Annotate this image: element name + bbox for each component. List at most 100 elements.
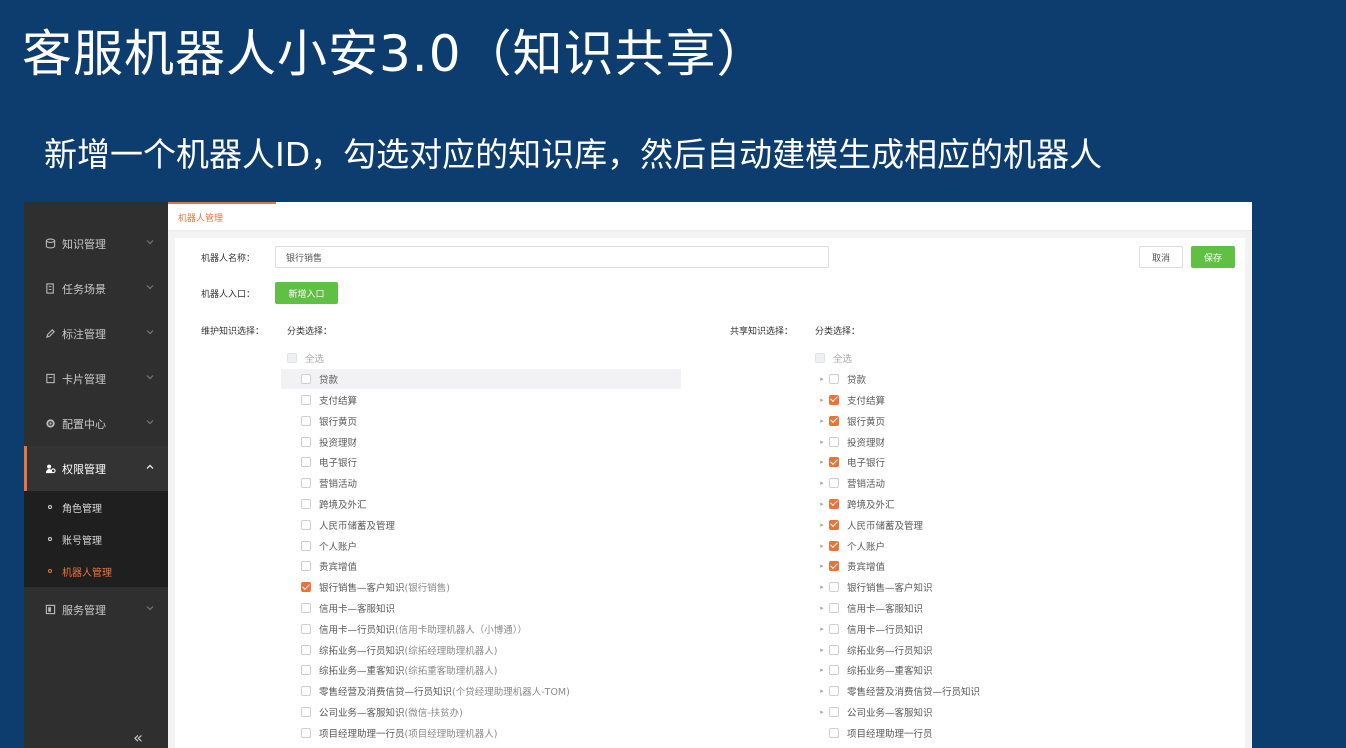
expand-arrow-icon[interactable]: ▸ [815, 646, 829, 654]
expand-arrow-icon[interactable]: ▸ [815, 438, 829, 446]
knowledge-checkbox[interactable] [829, 540, 839, 551]
knowledge-tree-row[interactable]: 公司业务—客服知识 (微信-扶贫办) [287, 702, 570, 723]
knowledge-tree-row[interactable]: ▸ 银行销售—客户知识 [815, 577, 980, 598]
cancel-button[interactable]: 取消 [1139, 246, 1183, 268]
knowledge-checkbox[interactable] [301, 727, 311, 738]
knowledge-checkbox[interactable] [301, 436, 311, 447]
knowledge-checkbox[interactable] [829, 644, 839, 655]
expand-arrow-icon[interactable]: ▸ [815, 500, 829, 508]
knowledge-checkbox[interactable] [301, 706, 311, 717]
knowledge-tree-row[interactable]: ▸ 贷款 [815, 369, 980, 390]
knowledge-checkbox[interactable] [301, 602, 311, 613]
knowledge-checkbox[interactable] [301, 457, 311, 468]
knowledge-checkbox[interactable] [829, 478, 839, 489]
add-entry-button[interactable]: 新增入口 [275, 282, 338, 304]
knowledge-checkbox[interactable] [829, 706, 839, 717]
sidebar-item-2[interactable]: 标注管理 [24, 311, 168, 356]
expand-arrow-icon[interactable]: ▸ [815, 375, 829, 383]
knowledge-tree-row[interactable]: 投资理财 [287, 431, 570, 452]
expand-arrow-icon[interactable]: ▸ [815, 479, 829, 487]
knowledge-checkbox[interactable] [829, 602, 839, 613]
submenu-item-0[interactable]: 角色管理 [24, 491, 168, 523]
knowledge-checkbox[interactable] [301, 394, 311, 405]
knowledge-tree-row[interactable]: 项目经理助理一行员 (项目经理助理机器人) [287, 722, 570, 743]
expand-arrow-icon[interactable]: ▸ [815, 542, 829, 550]
knowledge-tree-row[interactable]: 电子银行 [287, 452, 570, 473]
knowledge-tree-row[interactable]: 贷款 [281, 368, 681, 390]
knowledge-tree-row[interactable]: ▸ 信用卡—客服知识 [815, 598, 980, 619]
knowledge-tree-row[interactable]: ▸ 贵宾增值 [815, 556, 980, 577]
knowledge-tree-row[interactable]: 人民币储蓄及管理 [287, 514, 570, 535]
knowledge-tree-row[interactable]: ▸ 支付结算 [815, 390, 980, 411]
knowledge-checkbox[interactable] [301, 374, 311, 385]
save-button[interactable]: 保存 [1191, 246, 1235, 268]
sidebar-item-0[interactable]: 知识管理 [24, 221, 168, 266]
expand-arrow-icon[interactable]: ▸ [815, 562, 829, 570]
knowledge-checkbox[interactable] [301, 478, 311, 489]
knowledge-tree-row[interactable]: 项目经理助理一行员 [815, 722, 980, 743]
expand-arrow-icon[interactable]: ▸ [815, 521, 829, 529]
submenu-item-2[interactable]: 机器人管理 [24, 555, 168, 587]
expand-arrow-icon[interactable]: ▸ [815, 583, 829, 591]
knowledge-checkbox[interactable] [301, 644, 311, 655]
knowledge-checkbox[interactable] [301, 519, 311, 530]
knowledge-tree-row[interactable]: 综拓业务—重客知识 (综拓重客助理机器人) [287, 660, 570, 681]
knowledge-tree-row[interactable]: 支付结算 [287, 390, 570, 411]
expand-arrow-icon[interactable]: ▸ [815, 666, 829, 674]
sidebar-collapse-button[interactable]: « [126, 726, 150, 748]
expand-arrow-icon[interactable]: ▸ [815, 625, 829, 633]
knowledge-checkbox[interactable] [829, 582, 839, 593]
knowledge-tree-row[interactable]: 跨境及外汇 [287, 494, 570, 515]
knowledge-tree-row[interactable]: 信用卡—客服知识 [287, 598, 570, 619]
knowledge-checkbox[interactable] [829, 519, 839, 530]
knowledge-tree-row[interactable]: ▸ 公司业务—客服知识 [815, 702, 980, 723]
submenu-item-1[interactable]: 账号管理 [24, 523, 168, 555]
knowledge-tree-row[interactable]: ▸ 信用卡—行员知识 [815, 618, 980, 639]
knowledge-checkbox[interactable] [301, 540, 311, 551]
sidebar-item-5[interactable]: 权限管理 [24, 446, 168, 491]
knowledge-checkbox[interactable] [829, 394, 839, 405]
expand-arrow-icon[interactable]: ▸ [815, 687, 829, 695]
knowledge-checkbox[interactable] [301, 561, 311, 572]
knowledge-checkbox[interactable] [829, 457, 839, 468]
knowledge-tree-row[interactable]: ▸ 综拓业务—行员知识 [815, 639, 980, 660]
expand-arrow-icon[interactable]: ▸ [815, 604, 829, 612]
knowledge-checkbox[interactable] [829, 665, 839, 676]
knowledge-checkbox[interactable] [829, 727, 839, 738]
select-all-checkbox[interactable] [815, 353, 825, 364]
expand-arrow-icon[interactable]: ▸ [815, 708, 829, 716]
knowledge-checkbox[interactable] [301, 665, 311, 676]
sidebar-item-3[interactable]: 卡片管理 [24, 356, 168, 401]
knowledge-tree-row[interactable]: ▸ 跨境及外汇 [815, 494, 980, 515]
knowledge-checkbox[interactable] [829, 686, 839, 697]
knowledge-tree-row[interactable]: ▸ 电子银行 [815, 452, 980, 473]
knowledge-tree-row[interactable]: 综拓业务—行员知识 (综拓经理助理机器人) [287, 639, 570, 660]
knowledge-checkbox[interactable] [829, 623, 839, 634]
knowledge-tree-row[interactable]: ▸ 个人账户 [815, 535, 980, 556]
knowledge-checkbox[interactable] [829, 415, 839, 426]
select-all-row[interactable]: 全选 [287, 348, 570, 369]
knowledge-tree-row[interactable]: 银行销售—客户知识 (银行销售) [287, 577, 570, 598]
knowledge-checkbox[interactable] [301, 623, 311, 634]
knowledge-tree-row[interactable]: 个人账户 [287, 535, 570, 556]
sidebar-item-service[interactable]: 服务管理 [24, 587, 168, 632]
sidebar-item-1[interactable]: 任务场景 [24, 266, 168, 311]
knowledge-tree-row[interactable]: ▸ 营销活动 [815, 473, 980, 494]
knowledge-checkbox[interactable] [829, 498, 839, 509]
expand-arrow-icon[interactable]: ▸ [815, 396, 829, 404]
expand-arrow-icon[interactable]: ▸ [815, 417, 829, 425]
knowledge-checkbox[interactable] [829, 561, 839, 572]
knowledge-tree-row[interactable]: 零售经营及消费信贷—行员知识 (个贷经理助理机器人-TOM) [287, 681, 570, 702]
knowledge-tree-row[interactable]: 信用卡—行员知识 (信用卡助理机器人（小博通）） [287, 618, 570, 639]
knowledge-tree-row[interactable]: 银行黄页 [287, 410, 570, 431]
knowledge-tree-row[interactable]: 营销活动 [287, 473, 570, 494]
knowledge-checkbox[interactable] [301, 498, 311, 509]
expand-arrow-icon[interactable]: ▸ [815, 458, 829, 466]
robot-name-input[interactable]: 银行销售 [275, 246, 829, 268]
knowledge-checkbox[interactable] [301, 582, 311, 593]
knowledge-checkbox[interactable] [829, 436, 839, 447]
knowledge-checkbox[interactable] [301, 686, 311, 697]
knowledge-tree-row[interactable]: ▸ 银行黄页 [815, 410, 980, 431]
knowledge-tree-row[interactable]: ▸ 投资理财 [815, 431, 980, 452]
tab-robot-management[interactable]: 机器人管理 [168, 202, 276, 231]
